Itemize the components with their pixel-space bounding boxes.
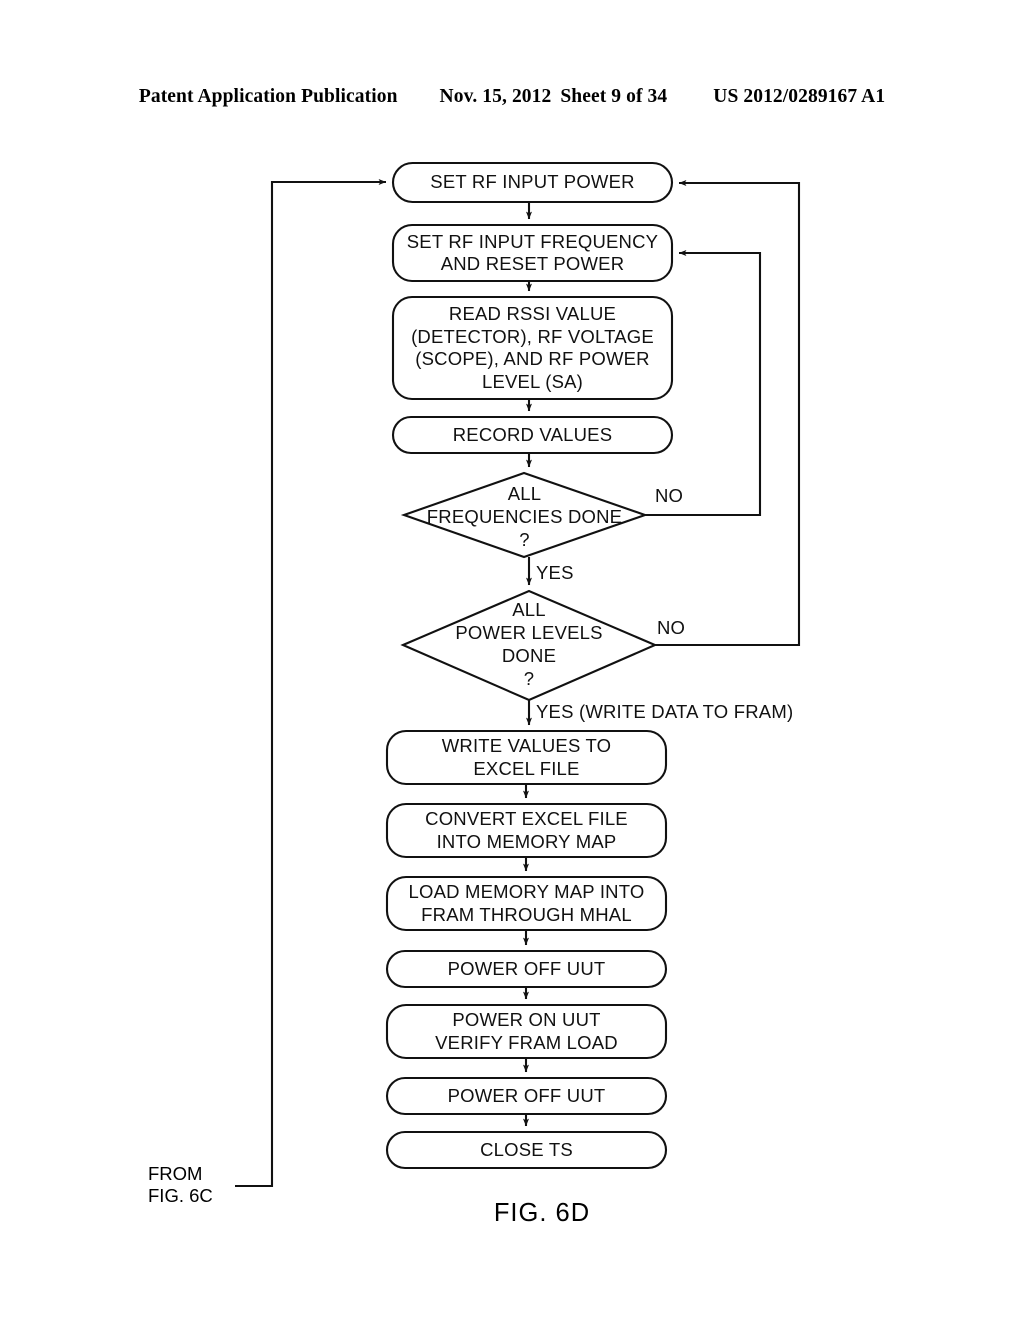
flowchart-diagram: SET RF INPUT POWER SET RF INPUT FREQUENC… [0,0,1024,1320]
node-shape-convert-excel-file [385,802,668,859]
flowchart-svg [235,161,801,1188]
node-shape-power-off-uut-2 [385,1076,668,1116]
node-shape-all-frequencies-done [400,471,649,559]
node-shape-write-values-to-excel [385,729,668,786]
edge-label-power-levels-no: NO [657,617,686,638]
node-shape-set-rf-input-frequency [391,223,674,283]
edge-frequencies-no-loop [645,250,762,517]
edge-label-frequencies-no: NO [655,485,684,506]
node-shape-read-rssi-value [391,295,674,401]
node-shape-record-values [391,415,674,455]
node-shape-close-ts [385,1130,668,1170]
edge-from-fig6c [235,178,387,1188]
node-shape-power-off-uut-1 [385,949,668,989]
edge-label-power-levels-yes: YES (WRITE DATA TO FRAM) [536,701,794,722]
node-shape-set-rf-input-power [391,161,674,204]
node-shape-all-power-levels-done [400,589,658,702]
figure-caption: FIG. 6D [493,1199,591,1227]
edge-label-frequencies-yes: YES [536,562,574,583]
node-shape-power-on-uut [385,1003,668,1060]
node-shape-load-memory-map [385,875,668,932]
